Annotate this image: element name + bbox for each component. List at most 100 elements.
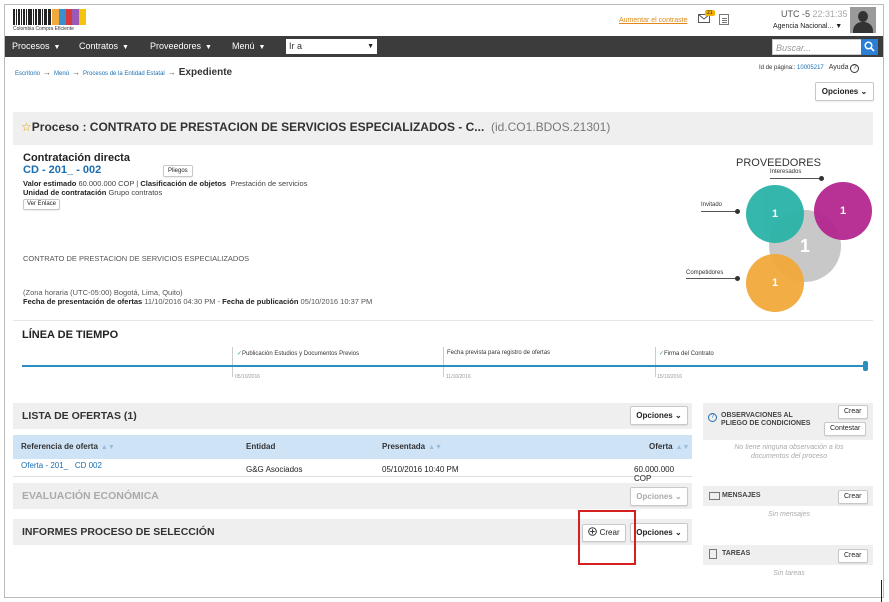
tareas-crear-button[interactable]: Crear <box>838 549 868 563</box>
interesados-bubble[interactable]: 1 <box>814 182 872 240</box>
pliegos-button[interactable]: Pliegos <box>163 165 193 177</box>
arrow-right-icon: → <box>167 68 176 77</box>
process-number-link[interactable]: CD - 201_ - 002 <box>23 164 101 176</box>
unidad-label: Unidad de contratación <box>23 188 107 197</box>
observaciones-crear-button[interactable]: Crear <box>838 405 868 419</box>
help-link[interactable]: Ayuda ? <box>829 64 860 73</box>
valor-line: Valor estimado 60.000.000 COP | Clasific… <box>23 179 308 188</box>
oferta-ref[interactable]: Oferta - 201_ <box>21 461 68 470</box>
competidores-bubble[interactable]: 1 <box>746 254 804 312</box>
observaciones-empty: No tiene ninguna observación a los docum… <box>734 444 844 460</box>
avatar[interactable] <box>850 7 876 33</box>
page-id-value[interactable]: 10005217 <box>797 65 824 71</box>
col-entidad[interactable]: Entidad <box>246 442 275 451</box>
nav-procesos[interactable]: Procesos ▼ <box>12 36 60 57</box>
timeline-step-3-label: Firma del Contrato <box>664 351 714 357</box>
contrast-link[interactable]: Aumentar el contraste <box>619 17 687 24</box>
informes-options-button[interactable]: Opciones ⌄ <box>630 523 688 542</box>
process-id: (id.CO1.BDOS.21301) <box>490 120 611 134</box>
col-referencia[interactable]: Referencia de oferta ▲▼ <box>21 442 115 451</box>
utc-time: 22:31:35 <box>812 9 848 19</box>
goto-select[interactable]: Ir a ▼ <box>286 39 377 54</box>
breadcrumb-escritorio[interactable]: Escritorio <box>15 71 40 77</box>
process-summary: Contratación directa CD - 201_ - 002 Pli… <box>13 145 873 321</box>
publicacion-label: Fecha de publicación <box>222 297 299 306</box>
timeline-divider <box>232 347 233 377</box>
agency-selector[interactable]: Agencia Nacional... ▼ <box>773 23 842 30</box>
col-oferta-label: Oferta <box>649 442 673 451</box>
caret-down-icon: ▼ <box>53 44 61 51</box>
chevron-down-icon: ⌄ <box>674 492 682 501</box>
interesados-label: Interesados <box>770 169 802 175</box>
invitado-dot <box>735 209 740 214</box>
logo-barcode <box>13 9 52 25</box>
process-dates: Fecha de presentación de ofertas 11/10/2… <box>23 297 373 306</box>
observaciones-title: OBSERVACIONES AL PLIEGO DE CONDICIONES <box>721 412 811 427</box>
presentacion-label: Fecha de presentación de ofertas <box>23 297 143 306</box>
app-window: Colombia Compra Eficiente Aumentar el co… <box>4 4 884 598</box>
oferta-ref-link[interactable]: Oferta - 201_ CD 002 <box>21 461 102 470</box>
star-icon[interactable]: ☆ <box>21 120 32 134</box>
publicacion-value: 05/10/2016 10:37 PM <box>300 297 373 306</box>
timezone: (Zona horaria (UTC-05:00) Bogotá, Lima, … <box>23 288 183 297</box>
top-options-button[interactable]: Opciones ⌄ <box>815 82 874 101</box>
nav-contratos-label: Contratos <box>79 41 119 51</box>
ofertas-options-button[interactable]: Opciones ⌄ <box>630 406 688 425</box>
timeline-divider <box>443 347 444 377</box>
breadcrumb: Escritorio → Menú → Procesos de la Entidad E… <box>15 67 232 78</box>
mensajes-crear-button[interactable]: Crear <box>838 490 868 504</box>
nav-menu[interactable]: Menú ▼ <box>232 36 265 57</box>
timeline-line <box>22 365 867 367</box>
document-icon[interactable] <box>719 14 729 25</box>
caret-down-icon: ▼ <box>258 44 266 51</box>
process-header: ☆Proceso : CONTRATO DE PRESTACION DE SER… <box>13 112 873 145</box>
sort-icon: ▲▼ <box>675 444 690 451</box>
timeline-end-marker <box>863 361 868 371</box>
highlight-box <box>578 510 636 565</box>
arrow-right-icon: → <box>72 68 81 77</box>
evaluacion-title: EVALUACIÓN ECONÓMICA <box>22 490 159 502</box>
ver-enlace-button[interactable]: Ver Enlace <box>23 199 61 210</box>
page-id-label: Id de página:: <box>759 65 796 71</box>
nav-proveedores-label: Proveedores <box>150 41 202 51</box>
logo-text: Colombia Compra Eficiente <box>13 26 74 32</box>
page-id: Id de página:: 10005217 Ayuda ? <box>759 64 860 73</box>
chevron-down-icon: ⌄ <box>860 87 868 96</box>
unidad-line: Unidad de contratación Grupo contratos <box>23 188 162 197</box>
mensajes-title: MENSAJES <box>722 492 761 499</box>
invitado-label: Invitado <box>701 202 723 208</box>
nav-proveedores[interactable]: Proveedores ▼ <box>150 36 212 57</box>
col-presentada[interactable]: Presentada ▲▼ <box>382 442 442 451</box>
invitado-bubble[interactable]: 1 <box>746 185 804 243</box>
breadcrumb-procesos[interactable]: Procesos de la Entidad Estatal <box>83 71 165 77</box>
breadcrumb-menu[interactable]: Menú <box>54 71 69 77</box>
competidores-label: Competidores <box>686 270 724 276</box>
clasif-label: Clasificación de objetos <box>140 179 227 188</box>
options-label: Opciones <box>636 528 673 537</box>
chevron-down-icon: ▼ <box>835 23 843 30</box>
informes-title: INFORMES PROCESO DE SELECCIÓN <box>22 526 215 538</box>
col-oferta[interactable]: Oferta ▲▼ <box>649 442 689 451</box>
oferta-ref2[interactable]: CD 002 <box>75 461 102 470</box>
edge-divider <box>881 580 882 602</box>
options-label: Opciones <box>636 411 673 420</box>
evaluacion-options-button[interactable]: Opciones ⌄ <box>630 487 688 506</box>
top-header: Colombia Compra Eficiente Aumentar el co… <box>5 5 883 36</box>
chevron-down-icon: ⌄ <box>674 411 682 420</box>
question-icon: ? <box>708 413 717 422</box>
competidores-leader <box>686 278 737 279</box>
valor-value: 60.000.000 COP <box>78 179 135 188</box>
search-input[interactable]: Buscar... <box>772 39 862 55</box>
tareas-empty: Sin tareas <box>773 570 805 577</box>
timeline-step-3: ✓Firma del Contrato <box>659 350 714 357</box>
invitado-leader <box>701 211 737 212</box>
process-title: ☆Proceso : CONTRATO DE PRESTACION DE SER… <box>21 120 610 134</box>
nav-contratos[interactable]: Contratos ▼ <box>79 36 129 57</box>
timeline-step-1: ✓Publicación Estudios y Documentos Previ… <box>237 350 359 357</box>
sort-icon: ▲▼ <box>428 444 442 451</box>
search-button[interactable] <box>861 39 878 55</box>
unidad-value: Grupo contratos <box>108 188 163 197</box>
col-presentada-label: Presentada <box>382 442 426 451</box>
nav-menu-label: Menú <box>232 41 255 51</box>
contestar-button[interactable]: Contestar <box>824 422 867 436</box>
